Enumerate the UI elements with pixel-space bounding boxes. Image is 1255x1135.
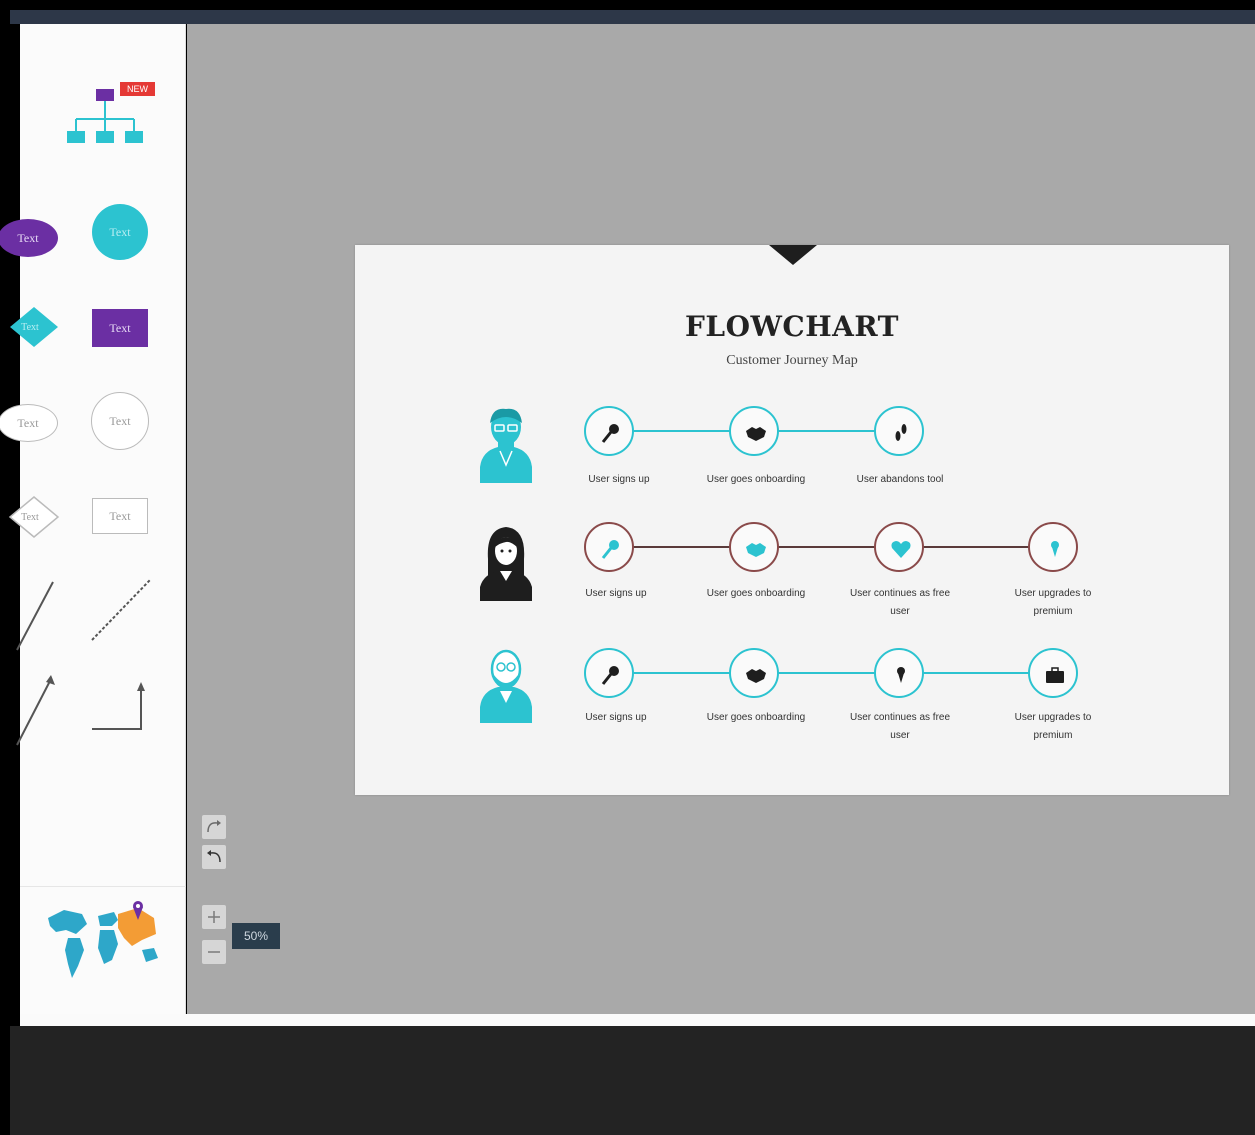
slide-title: FLOWCHART bbox=[685, 310, 899, 343]
world-map-icon bbox=[48, 901, 158, 978]
heart-icon bbox=[891, 541, 911, 558]
teal-circle-shape[interactable]: Text bbox=[92, 204, 148, 260]
key-icon bbox=[601, 424, 619, 443]
briefcase-icon bbox=[1046, 667, 1064, 683]
dark-woman-icon bbox=[478, 525, 534, 608]
step-label: User upgrades to premium bbox=[1014, 712, 1092, 741]
flowchart-slide[interactable]: FLOWCHART Customer Journey Map User sign… bbox=[355, 245, 1229, 795]
zoom-level: 50% bbox=[232, 923, 280, 949]
step-node[interactable] bbox=[584, 522, 634, 572]
step-node[interactable] bbox=[729, 522, 779, 572]
step-node[interactable] bbox=[584, 406, 634, 456]
step-node[interactable] bbox=[1028, 522, 1078, 572]
undo-icon bbox=[207, 850, 221, 863]
step-label: User goes onboarding bbox=[706, 588, 806, 599]
connector bbox=[633, 672, 1053, 674]
key-icon bbox=[601, 540, 619, 559]
bottom-bar bbox=[10, 1026, 1255, 1135]
minus-icon bbox=[208, 951, 220, 953]
teal-man-icon bbox=[478, 407, 534, 490]
org-chart-template[interactable]: NEW bbox=[65, 79, 157, 159]
footsteps-icon bbox=[895, 424, 907, 441]
handshake-icon bbox=[746, 427, 766, 441]
ice-cream-icon bbox=[1051, 541, 1059, 557]
handshake-icon bbox=[746, 669, 766, 683]
redo-icon bbox=[207, 820, 221, 833]
outline-diamond-icon bbox=[8, 496, 60, 538]
outline-ellipse-shape[interactable]: Text bbox=[0, 404, 58, 442]
step-node[interactable] bbox=[874, 522, 924, 572]
step-node[interactable] bbox=[729, 648, 779, 698]
elbow-arrow-shape[interactable] bbox=[90, 679, 150, 739]
step-label: User continues as free user bbox=[849, 588, 951, 617]
outline-diamond-shape[interactable]: Text bbox=[0, 494, 60, 540]
teal-bald-man-icon bbox=[478, 647, 534, 730]
teal-diamond-shape[interactable]: Text bbox=[0, 304, 60, 350]
dashed-line-shape[interactable] bbox=[90, 574, 160, 644]
step-node[interactable] bbox=[584, 648, 634, 698]
zoom-out-button[interactable] bbox=[202, 940, 226, 964]
key-icon bbox=[601, 666, 619, 685]
outline-rect-shape[interactable]: Text bbox=[92, 498, 148, 534]
undo-button[interactable] bbox=[202, 845, 226, 869]
purple-ellipse-shape[interactable]: Text bbox=[0, 219, 58, 257]
outline-circle-shape[interactable]: Text bbox=[91, 392, 149, 450]
zoom-in-button[interactable] bbox=[202, 905, 226, 929]
step-label: User abandons tool bbox=[856, 474, 944, 485]
top-bar bbox=[10, 10, 1255, 24]
sidebar-divider bbox=[20, 886, 186, 887]
solid-line-shape[interactable] bbox=[15, 574, 65, 654]
step-label: User goes onboarding bbox=[706, 712, 806, 723]
step-label: User signs up bbox=[588, 474, 650, 485]
step-label: User continues as free user bbox=[849, 712, 951, 741]
shapes-sidebar: NEW Text Text Text Text Text Text Text T… bbox=[0, 24, 186, 1014]
world-map-template[interactable] bbox=[42, 894, 167, 984]
new-badge: NEW bbox=[120, 82, 155, 96]
redo-button[interactable] bbox=[202, 815, 226, 839]
step-label: User signs up bbox=[585, 712, 647, 723]
step-label: User goes onboarding bbox=[706, 474, 806, 485]
step-node[interactable] bbox=[874, 648, 924, 698]
slide-pointer bbox=[769, 245, 817, 265]
step-node[interactable] bbox=[874, 406, 924, 456]
step-node[interactable] bbox=[729, 406, 779, 456]
step-node[interactable] bbox=[1028, 648, 1078, 698]
connector bbox=[633, 546, 1053, 548]
plus-icon bbox=[208, 911, 220, 923]
step-label: User signs up bbox=[585, 588, 647, 599]
diamond-icon bbox=[10, 307, 58, 347]
step-label: User upgrades to premium bbox=[1014, 588, 1092, 617]
slide-subtitle: Customer Journey Map bbox=[726, 353, 858, 368]
purple-rect-shape[interactable]: Text bbox=[92, 309, 148, 347]
ice-cream-icon bbox=[897, 667, 905, 683]
handshake-icon bbox=[746, 543, 766, 557]
bottom-strip bbox=[20, 1014, 1255, 1026]
arrow-line-shape[interactable] bbox=[15, 669, 65, 749]
